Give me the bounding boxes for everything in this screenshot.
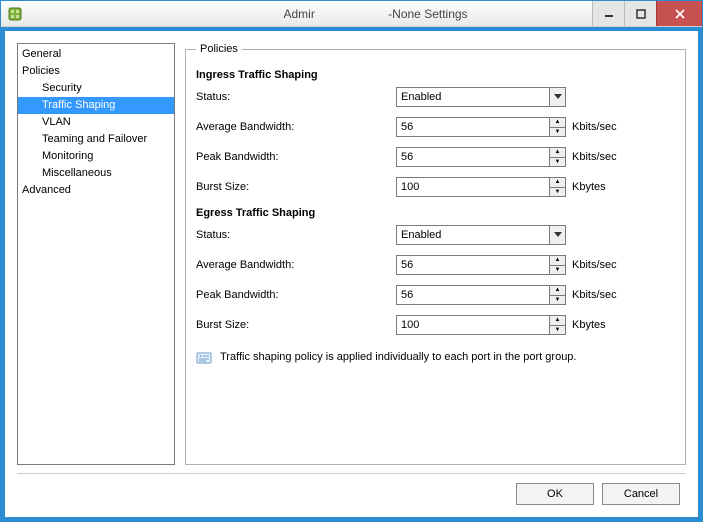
egress-avg-unit: Kbits/sec <box>572 259 617 271</box>
group-legend: Policies <box>196 43 242 55</box>
egress-avg-spinner[interactable]: ▲▼ <box>396 255 566 275</box>
egress-burst-unit: Kbytes <box>572 319 606 331</box>
sidebar-item-security[interactable]: Security <box>18 80 174 97</box>
spinner-buttons[interactable]: ▲▼ <box>549 256 565 274</box>
egress-avg-row: Average Bandwidth: ▲▼ Kbits/sec <box>196 255 675 275</box>
spinner-buttons[interactable]: ▲▼ <box>549 148 565 166</box>
info-row: Traffic shaping policy is applied indivi… <box>196 349 675 365</box>
egress-status-label: Status: <box>196 229 396 241</box>
egress-status-combo[interactable]: Enabled <box>396 225 566 245</box>
window-title-left: Admir <box>195 7 315 21</box>
window-controls <box>592 1 702 26</box>
chevron-down-icon[interactable] <box>549 226 565 244</box>
sidebar-item-traffic-shaping[interactable]: Traffic Shaping <box>18 97 174 114</box>
sidebar-item-vlan[interactable]: VLAN <box>18 114 174 131</box>
sidebar-item-advanced[interactable]: Advanced <box>18 182 174 199</box>
titlebar: Admir -None Settings <box>1 1 702 27</box>
window-border-bottom <box>1 517 702 521</box>
egress-status-value: Enabled <box>397 229 549 241</box>
spinner-buttons[interactable]: ▲▼ <box>549 178 565 196</box>
ok-button[interactable]: OK <box>516 483 594 505</box>
egress-burst-row: Burst Size: ▲▼ Kbytes <box>196 315 675 335</box>
egress-avg-input[interactable] <box>397 256 549 274</box>
ingress-avg-spinner[interactable]: ▲▼ <box>396 117 566 137</box>
egress-peak-spinner[interactable]: ▲▼ <box>396 285 566 305</box>
ingress-status-value: Enabled <box>397 91 549 103</box>
ingress-peak-row: Peak Bandwidth: ▲▼ Kbits/sec <box>196 147 675 167</box>
egress-section-title: Egress Traffic Shaping <box>196 207 675 219</box>
egress-burst-label: Burst Size: <box>196 319 396 331</box>
ingress-avg-row: Average Bandwidth: ▲▼ Kbits/sec <box>196 117 675 137</box>
chevron-down-icon[interactable] <box>549 88 565 106</box>
ingress-burst-spinner[interactable]: ▲▼ <box>396 177 566 197</box>
egress-peak-input[interactable] <box>397 286 549 304</box>
cancel-button[interactable]: Cancel <box>602 483 680 505</box>
ingress-avg-unit: Kbits/sec <box>572 121 617 133</box>
sidebar-item-teaming-and-failover[interactable]: Teaming and Failover <box>18 131 174 148</box>
policies-group: Policies Ingress Traffic Shaping Status:… <box>185 43 686 465</box>
egress-avg-label: Average Bandwidth: <box>196 259 396 271</box>
egress-peak-label: Peak Bandwidth: <box>196 289 396 301</box>
body: GeneralPoliciesSecurityTraffic ShapingVL… <box>17 43 686 465</box>
egress-status-row: Status: Enabled <box>196 225 675 245</box>
ingress-peak-spinner[interactable]: ▲▼ <box>396 147 566 167</box>
spinner-buttons[interactable]: ▲▼ <box>549 118 565 136</box>
ingress-avg-label: Average Bandwidth: <box>196 121 396 133</box>
ingress-status-label: Status: <box>196 91 396 103</box>
info-icon <box>196 349 212 365</box>
info-text: Traffic shaping policy is applied indivi… <box>220 351 577 363</box>
ingress-peak-label: Peak Bandwidth: <box>196 151 396 163</box>
egress-burst-spinner[interactable]: ▲▼ <box>396 315 566 335</box>
main-panel: Policies Ingress Traffic Shaping Status:… <box>185 43 686 465</box>
ingress-burst-input[interactable] <box>397 178 549 196</box>
ingress-burst-unit: Kbytes <box>572 181 606 193</box>
maximize-button[interactable] <box>624 1 656 26</box>
ingress-peak-input[interactable] <box>397 148 549 166</box>
app-icon <box>7 6 23 22</box>
ingress-avg-input[interactable] <box>397 118 549 136</box>
sidebar-item-policies[interactable]: Policies <box>18 63 174 80</box>
ingress-burst-label: Burst Size: <box>196 181 396 193</box>
ingress-burst-row: Burst Size: ▲▼ Kbytes <box>196 177 675 197</box>
egress-peak-row: Peak Bandwidth: ▲▼ Kbits/sec <box>196 285 675 305</box>
close-button[interactable] <box>656 1 702 26</box>
ingress-peak-unit: Kbits/sec <box>572 151 617 163</box>
egress-burst-input[interactable] <box>397 316 549 334</box>
minimize-button[interactable] <box>592 1 624 26</box>
ingress-status-row: Status: Enabled <box>196 87 675 107</box>
settings-window: Admir -None Settings GeneralPoliciesSecu… <box>0 0 703 522</box>
ingress-section-title: Ingress Traffic Shaping <box>196 69 675 81</box>
sidebar-item-monitoring[interactable]: Monitoring <box>18 148 174 165</box>
window-title-right: -None Settings <box>388 7 508 21</box>
spinner-buttons[interactable]: ▲▼ <box>549 286 565 304</box>
ingress-status-combo[interactable]: Enabled <box>396 87 566 107</box>
sidebar-tree[interactable]: GeneralPoliciesSecurityTraffic ShapingVL… <box>17 43 175 465</box>
dialog-footer: OK Cancel <box>17 473 686 513</box>
spinner-buttons[interactable]: ▲▼ <box>549 316 565 334</box>
sidebar-item-miscellaneous[interactable]: Miscellaneous <box>18 165 174 182</box>
egress-peak-unit: Kbits/sec <box>572 289 617 301</box>
client-area: GeneralPoliciesSecurityTraffic ShapingVL… <box>1 27 702 517</box>
sidebar-item-general[interactable]: General <box>18 46 174 63</box>
